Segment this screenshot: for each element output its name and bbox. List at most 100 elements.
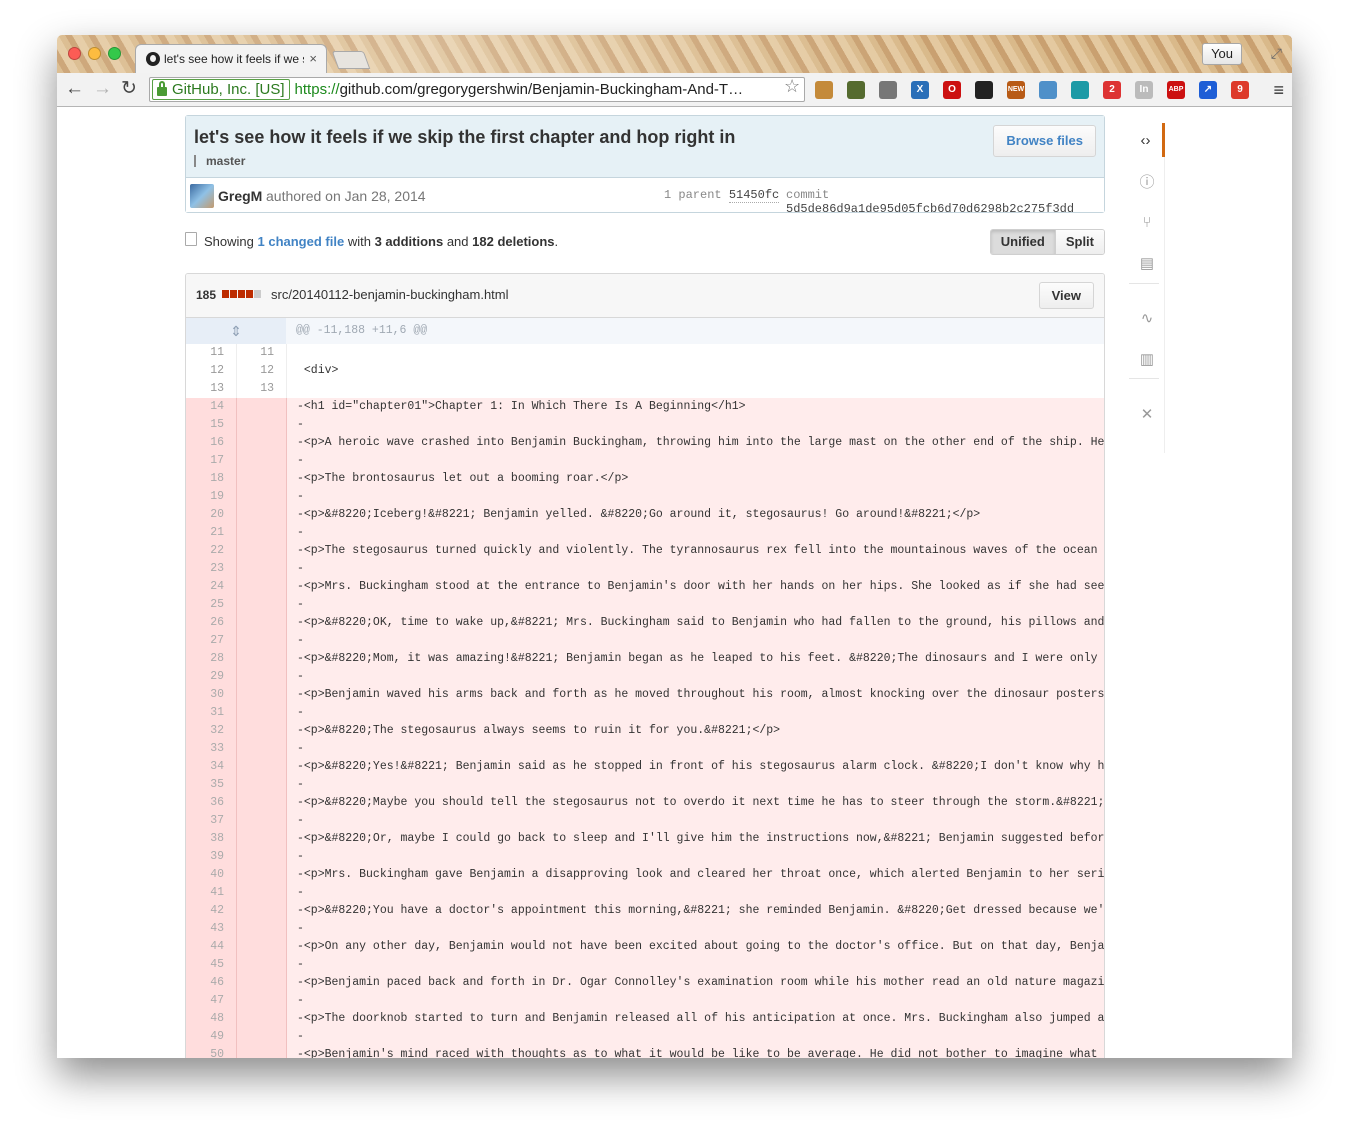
ext-eyedropper-icon[interactable] — [847, 81, 865, 99]
new-line-number[interactable] — [236, 398, 286, 416]
branch-label[interactable]: master — [194, 153, 245, 168]
old-line-number[interactable]: 27 — [186, 632, 236, 650]
old-line-number[interactable]: 35 — [186, 776, 236, 794]
old-line-number[interactable]: 44 — [186, 938, 236, 956]
old-line-number[interactable]: 39 — [186, 848, 236, 866]
fullscreen-icon[interactable]: ⤢ — [1271, 45, 1282, 62]
old-line-number[interactable]: 20 — [186, 506, 236, 524]
ext-arrow-icon[interactable]: ↗ — [1199, 81, 1217, 99]
new-line-number[interactable] — [236, 848, 286, 866]
new-line-number[interactable] — [236, 938, 286, 956]
new-line-number[interactable] — [236, 596, 286, 614]
old-line-number[interactable]: 21 — [186, 524, 236, 542]
tab-close-icon[interactable]: × — [309, 51, 317, 66]
graphs-icon[interactable]: ▥ — [1129, 342, 1165, 376]
minimize-window-button[interactable] — [88, 47, 101, 60]
new-line-number[interactable] — [236, 614, 286, 632]
old-line-number[interactable]: 36 — [186, 794, 236, 812]
new-line-number[interactable] — [236, 1010, 286, 1028]
old-line-number[interactable]: 33 — [186, 740, 236, 758]
old-line-number[interactable]: 50 — [186, 1046, 236, 1058]
new-line-number[interactable] — [236, 992, 286, 1010]
old-line-number[interactable]: 38 — [186, 830, 236, 848]
ext-abp-icon[interactable]: ABP — [1167, 81, 1185, 99]
old-line-number[interactable]: 17 — [186, 452, 236, 470]
browse-files-button[interactable]: Browse files — [993, 125, 1096, 157]
old-line-number[interactable]: 22 — [186, 542, 236, 560]
new-line-number[interactable] — [236, 524, 286, 542]
ext-folder-icon[interactable] — [1039, 81, 1057, 99]
old-line-number[interactable]: 40 — [186, 866, 236, 884]
new-line-number[interactable] — [236, 560, 286, 578]
old-line-number[interactable]: 41 — [186, 884, 236, 902]
parent-sha-link[interactable]: 51450fc — [728, 188, 780, 203]
old-line-number[interactable]: 48 — [186, 1010, 236, 1028]
new-line-number[interactable] — [236, 1028, 286, 1046]
old-line-number[interactable]: 24 — [186, 578, 236, 596]
old-line-number[interactable]: 30 — [186, 686, 236, 704]
new-line-number[interactable]: 12 — [236, 362, 286, 380]
new-line-number[interactable] — [236, 416, 286, 434]
view-file-button[interactable]: View — [1038, 282, 1094, 309]
new-line-number[interactable] — [236, 920, 286, 938]
pulse-icon[interactable]: ∿ — [1129, 301, 1165, 335]
new-line-number[interactable] — [236, 812, 286, 830]
old-line-number[interactable]: 14 — [186, 398, 236, 416]
new-line-number[interactable] — [236, 974, 286, 992]
old-line-number[interactable]: 18 — [186, 470, 236, 488]
old-line-number[interactable]: 42 — [186, 902, 236, 920]
ext-3-icon[interactable] — [879, 81, 897, 99]
old-line-number[interactable]: 25 — [186, 596, 236, 614]
bookmark-star-icon[interactable]: ☆ — [784, 76, 800, 97]
old-line-number[interactable]: 37 — [186, 812, 236, 830]
new-line-number[interactable] — [236, 740, 286, 758]
new-line-number[interactable] — [236, 902, 286, 920]
ext-color-icon[interactable] — [975, 81, 993, 99]
new-line-number[interactable]: 13 — [236, 380, 286, 398]
new-line-number[interactable] — [236, 578, 286, 596]
new-line-number[interactable] — [236, 776, 286, 794]
new-line-number[interactable] — [236, 722, 286, 740]
settings-icon[interactable]: ✕ — [1129, 397, 1165, 431]
new-line-number[interactable] — [236, 830, 286, 848]
new-line-number[interactable] — [236, 884, 286, 902]
old-line-number[interactable]: 34 — [186, 758, 236, 776]
new-line-number[interactable] — [236, 704, 286, 722]
expand-icon[interactable]: ⇕ — [186, 318, 286, 344]
old-line-number[interactable]: 23 — [186, 560, 236, 578]
old-line-number[interactable]: 15 — [186, 416, 236, 434]
new-line-number[interactable] — [236, 1046, 286, 1058]
unified-button[interactable]: Unified — [990, 230, 1056, 254]
back-button[interactable]: ← — [65, 79, 84, 99]
close-window-button[interactable] — [68, 47, 81, 60]
ev-certificate-badge[interactable]: GitHub, Inc. [US] — [152, 79, 290, 100]
changed-files-link[interactable]: 1 changed file — [258, 234, 345, 249]
profile-button[interactable]: You — [1202, 43, 1242, 65]
old-line-number[interactable]: 47 — [186, 992, 236, 1010]
new-line-number[interactable] — [236, 434, 286, 452]
new-line-number[interactable] — [236, 452, 286, 470]
reload-button[interactable]: ↻ — [121, 79, 137, 99]
forward-button[interactable]: → — [93, 79, 112, 99]
browser-tab[interactable]: let's see how it feels if we skip × — [135, 44, 327, 73]
old-line-number[interactable]: 31 — [186, 704, 236, 722]
ext-opera-icon[interactable]: O — [943, 81, 961, 99]
old-line-number[interactable]: 49 — [186, 1028, 236, 1046]
new-line-number[interactable] — [236, 650, 286, 668]
new-line-number[interactable] — [236, 542, 286, 560]
ext-puzzle-icon[interactable]: 2 — [1103, 81, 1121, 99]
author-link[interactable]: GregM — [218, 188, 262, 204]
old-line-number[interactable]: 29 — [186, 668, 236, 686]
new-line-number[interactable] — [236, 758, 286, 776]
new-line-number[interactable]: 11 — [236, 344, 286, 362]
zoom-window-button[interactable] — [108, 47, 121, 60]
address-bar[interactable]: GitHub, Inc. [US] https:// github.com/gr… — [149, 77, 805, 102]
old-line-number[interactable]: 26 — [186, 614, 236, 632]
new-line-number[interactable] — [236, 794, 286, 812]
pull-requests-icon[interactable]: ⑂ — [1129, 205, 1165, 239]
new-line-number[interactable] — [236, 632, 286, 650]
new-tab-button[interactable] — [331, 51, 371, 69]
wiki-icon[interactable]: ▤ — [1129, 246, 1165, 280]
new-line-number[interactable] — [236, 668, 286, 686]
new-line-number[interactable] — [236, 470, 286, 488]
